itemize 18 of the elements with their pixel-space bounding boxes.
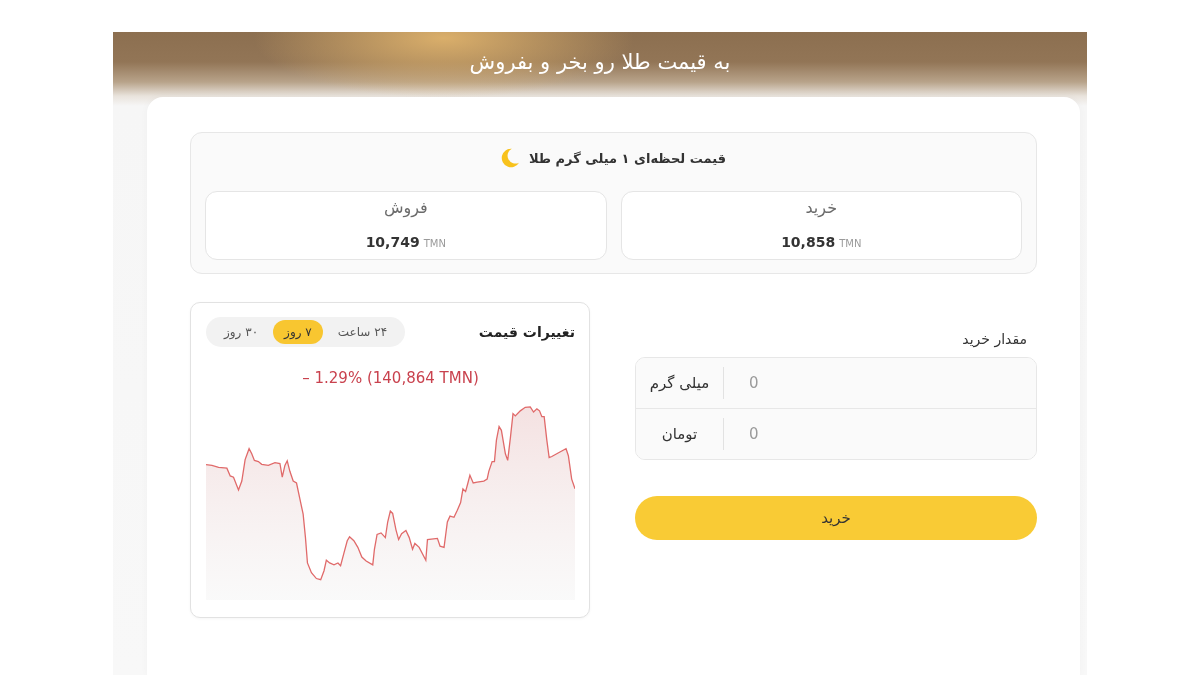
amount-input[interactable]: 0 <box>724 409 1036 459</box>
amount-input[interactable]: 0 <box>724 358 1036 408</box>
currency-unit: TMN <box>423 237 446 251</box>
currency-unit: TMN <box>839 237 862 251</box>
chart-title: تغییرات قیمت <box>478 324 575 340</box>
period-tab[interactable]: ۷ روز <box>273 320 323 344</box>
page-title: به قیمت طلا رو بخر و بفروش <box>469 50 731 74</box>
period-tab[interactable]: ۲۴ ساعت <box>326 320 399 344</box>
period-tab[interactable]: ۳۰ روز <box>213 320 270 344</box>
moon-icon <box>500 148 519 168</box>
price-change: – 1.29% (140,864 TMN) <box>302 369 479 387</box>
buy-button[interactable]: خرید <box>635 496 1037 540</box>
price-panel-title: قیمت لحظه‌ای ۱ میلی گرم طلا <box>528 150 727 166</box>
price-value: 10,858 <box>781 233 836 251</box>
price-value: 10,749 <box>365 233 420 251</box>
price-label: خرید <box>805 197 838 219</box>
price-label: فروش <box>383 197 428 219</box>
amount-label: مقدار خرید <box>962 330 1028 348</box>
